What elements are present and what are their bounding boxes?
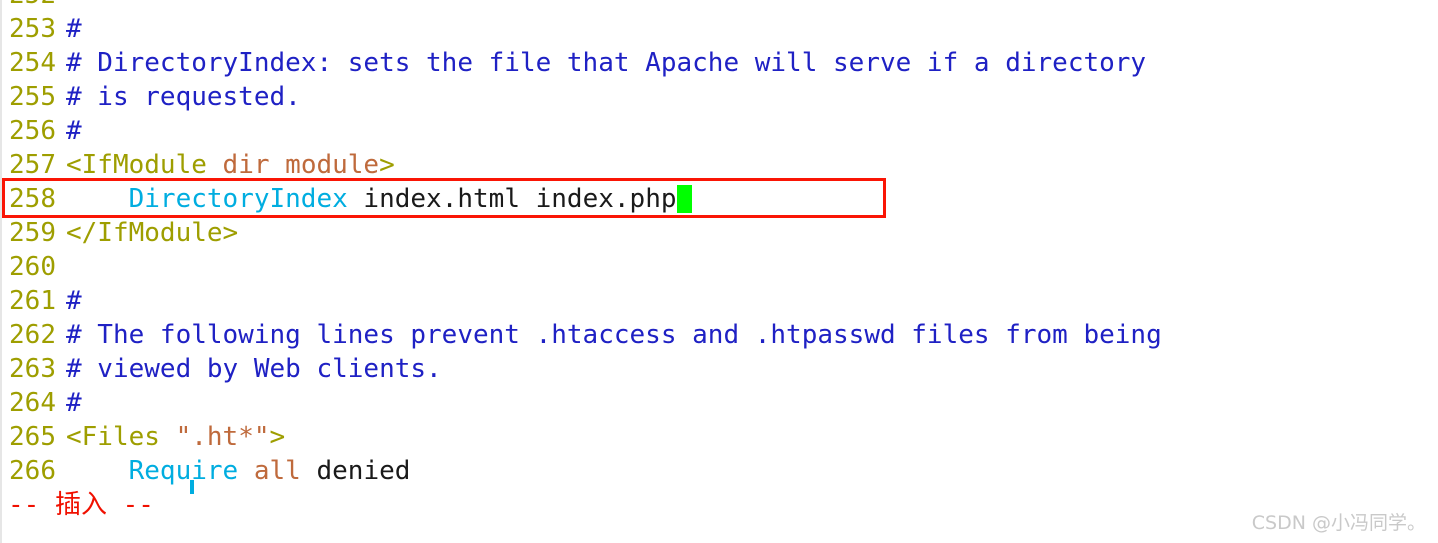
code-text-area[interactable]: 252 253 #254 # DirectoryIndex: sets the fil… (0, 0, 1438, 488)
code-token: # DirectoryIndex: sets the file that Apa… (66, 48, 1147, 78)
line-number: 264 (9, 388, 56, 418)
code-line[interactable]: 259 </IfModule> (0, 216, 1438, 250)
cursor-tick-marker (190, 480, 194, 494)
line-number: 265 (9, 422, 56, 452)
code-line[interactable]: 266 Require all denied (0, 454, 1438, 488)
code-token: > (269, 422, 286, 452)
code-token: DirectoryIndex (128, 184, 348, 214)
code-line[interactable]: 262 # The following lines prevent .htacce… (0, 318, 1438, 352)
line-number: 263 (9, 354, 56, 384)
code-line[interactable]: 254 # DirectoryIndex: sets the file that … (0, 46, 1438, 80)
code-token: denied (300, 456, 411, 486)
code-line[interactable]: 260 (0, 250, 1438, 284)
code-token: # is requested. (66, 82, 301, 112)
text-cursor (676, 185, 692, 213)
line-number: 260 (9, 252, 56, 282)
code-line[interactable]: 263 # viewed by Web clients. (0, 352, 1438, 386)
vim-status-line: -- 插入 -- (8, 490, 154, 520)
line-number: 262 (9, 320, 56, 350)
code-token: # (66, 388, 82, 418)
code-token: <Files (66, 422, 176, 452)
line-number: 259 (9, 218, 56, 248)
line-number: 252 (0, 0, 56, 12)
code-token: > (379, 150, 395, 180)
code-token: # (66, 116, 82, 146)
line-number: 257 (9, 150, 56, 180)
code-line[interactable]: 252 (0, 0, 1438, 12)
code-token: all (253, 456, 301, 486)
vim-editor-window[interactable]: 252 253 #254 # DirectoryIndex: sets the fil… (0, 0, 1438, 543)
code-token: index.html index.php (347, 184, 677, 214)
code-token: Require (128, 456, 239, 486)
code-token: # (66, 286, 82, 316)
code-line[interactable]: 265 <Files ".ht*"> (0, 420, 1438, 454)
code-line[interactable]: 255 # is requested. (0, 80, 1438, 114)
line-number: 258 (9, 184, 56, 214)
code-line[interactable]: 253 # (0, 12, 1438, 46)
code-line[interactable]: 264 # (0, 386, 1438, 420)
line-number: 255 (9, 82, 56, 112)
code-line[interactable]: 258 DirectoryIndex index.html index.php (0, 182, 1438, 216)
code-token: # viewed by Web clients. (66, 354, 442, 384)
code-line[interactable]: 256 # (0, 114, 1438, 148)
code-line[interactable]: 261 # (0, 284, 1438, 318)
code-line[interactable]: 257 <IfModule dir_module> (0, 148, 1438, 182)
code-token: <IfModule (66, 150, 223, 180)
line-number: 254 (9, 48, 56, 78)
code-token: dir_module (222, 150, 380, 180)
csdn-watermark: CSDN @小冯同学。 (1251, 512, 1426, 534)
line-number: 261 (9, 286, 56, 316)
code-token: </IfModule> (66, 218, 239, 248)
code-token: # The following lines prevent .htaccess … (66, 320, 1162, 350)
code-token: ".ht*" (175, 422, 270, 452)
line-number: 256 (9, 116, 56, 146)
code-token: # (66, 14, 82, 44)
line-number: 266 (9, 456, 56, 486)
line-number: 253 (9, 14, 56, 44)
